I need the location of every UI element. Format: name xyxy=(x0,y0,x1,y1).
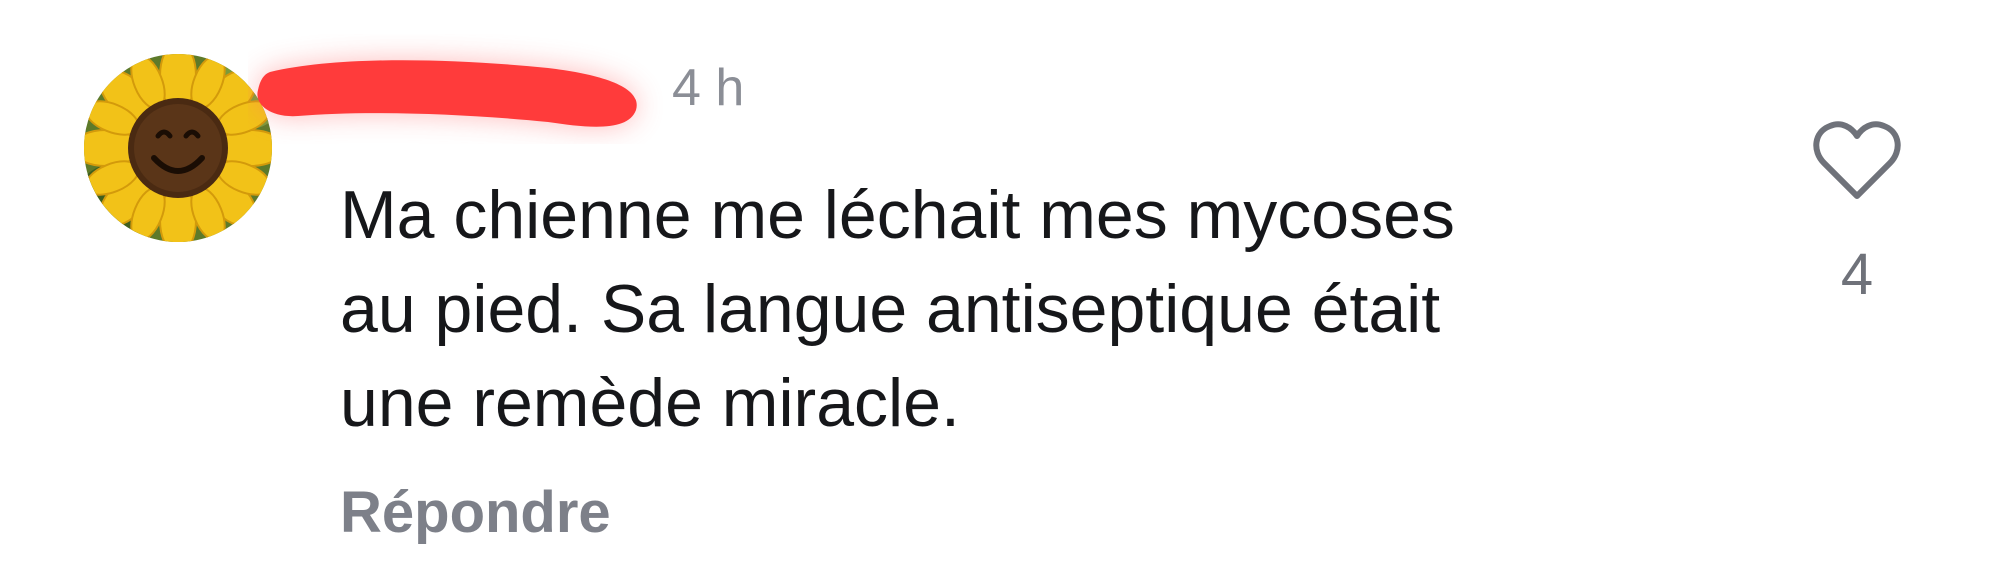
reply-button[interactable]: Répondre xyxy=(340,480,611,546)
comment-text-line: une remède miracle. xyxy=(340,365,960,441)
avatar[interactable] xyxy=(84,54,272,242)
like-button[interactable] xyxy=(1812,118,1902,202)
comment-text-line: au pied. Sa langue antiseptique était xyxy=(340,271,1441,347)
username-redaction xyxy=(257,60,637,127)
comment-text: Ma chienne me léchait mes mycoses au pie… xyxy=(340,168,1740,450)
heart-outline-icon xyxy=(1813,121,1901,199)
sunflower-avatar-icon xyxy=(84,54,272,242)
comment-text-line: Ma chienne me léchait mes mycoses xyxy=(340,177,1455,253)
comment-item: 4 h Ma chienne me léchait mes mycoses au… xyxy=(0,0,2000,585)
comment-timestamp: 4 h xyxy=(672,59,745,117)
like-count: 4 xyxy=(1840,242,1874,307)
